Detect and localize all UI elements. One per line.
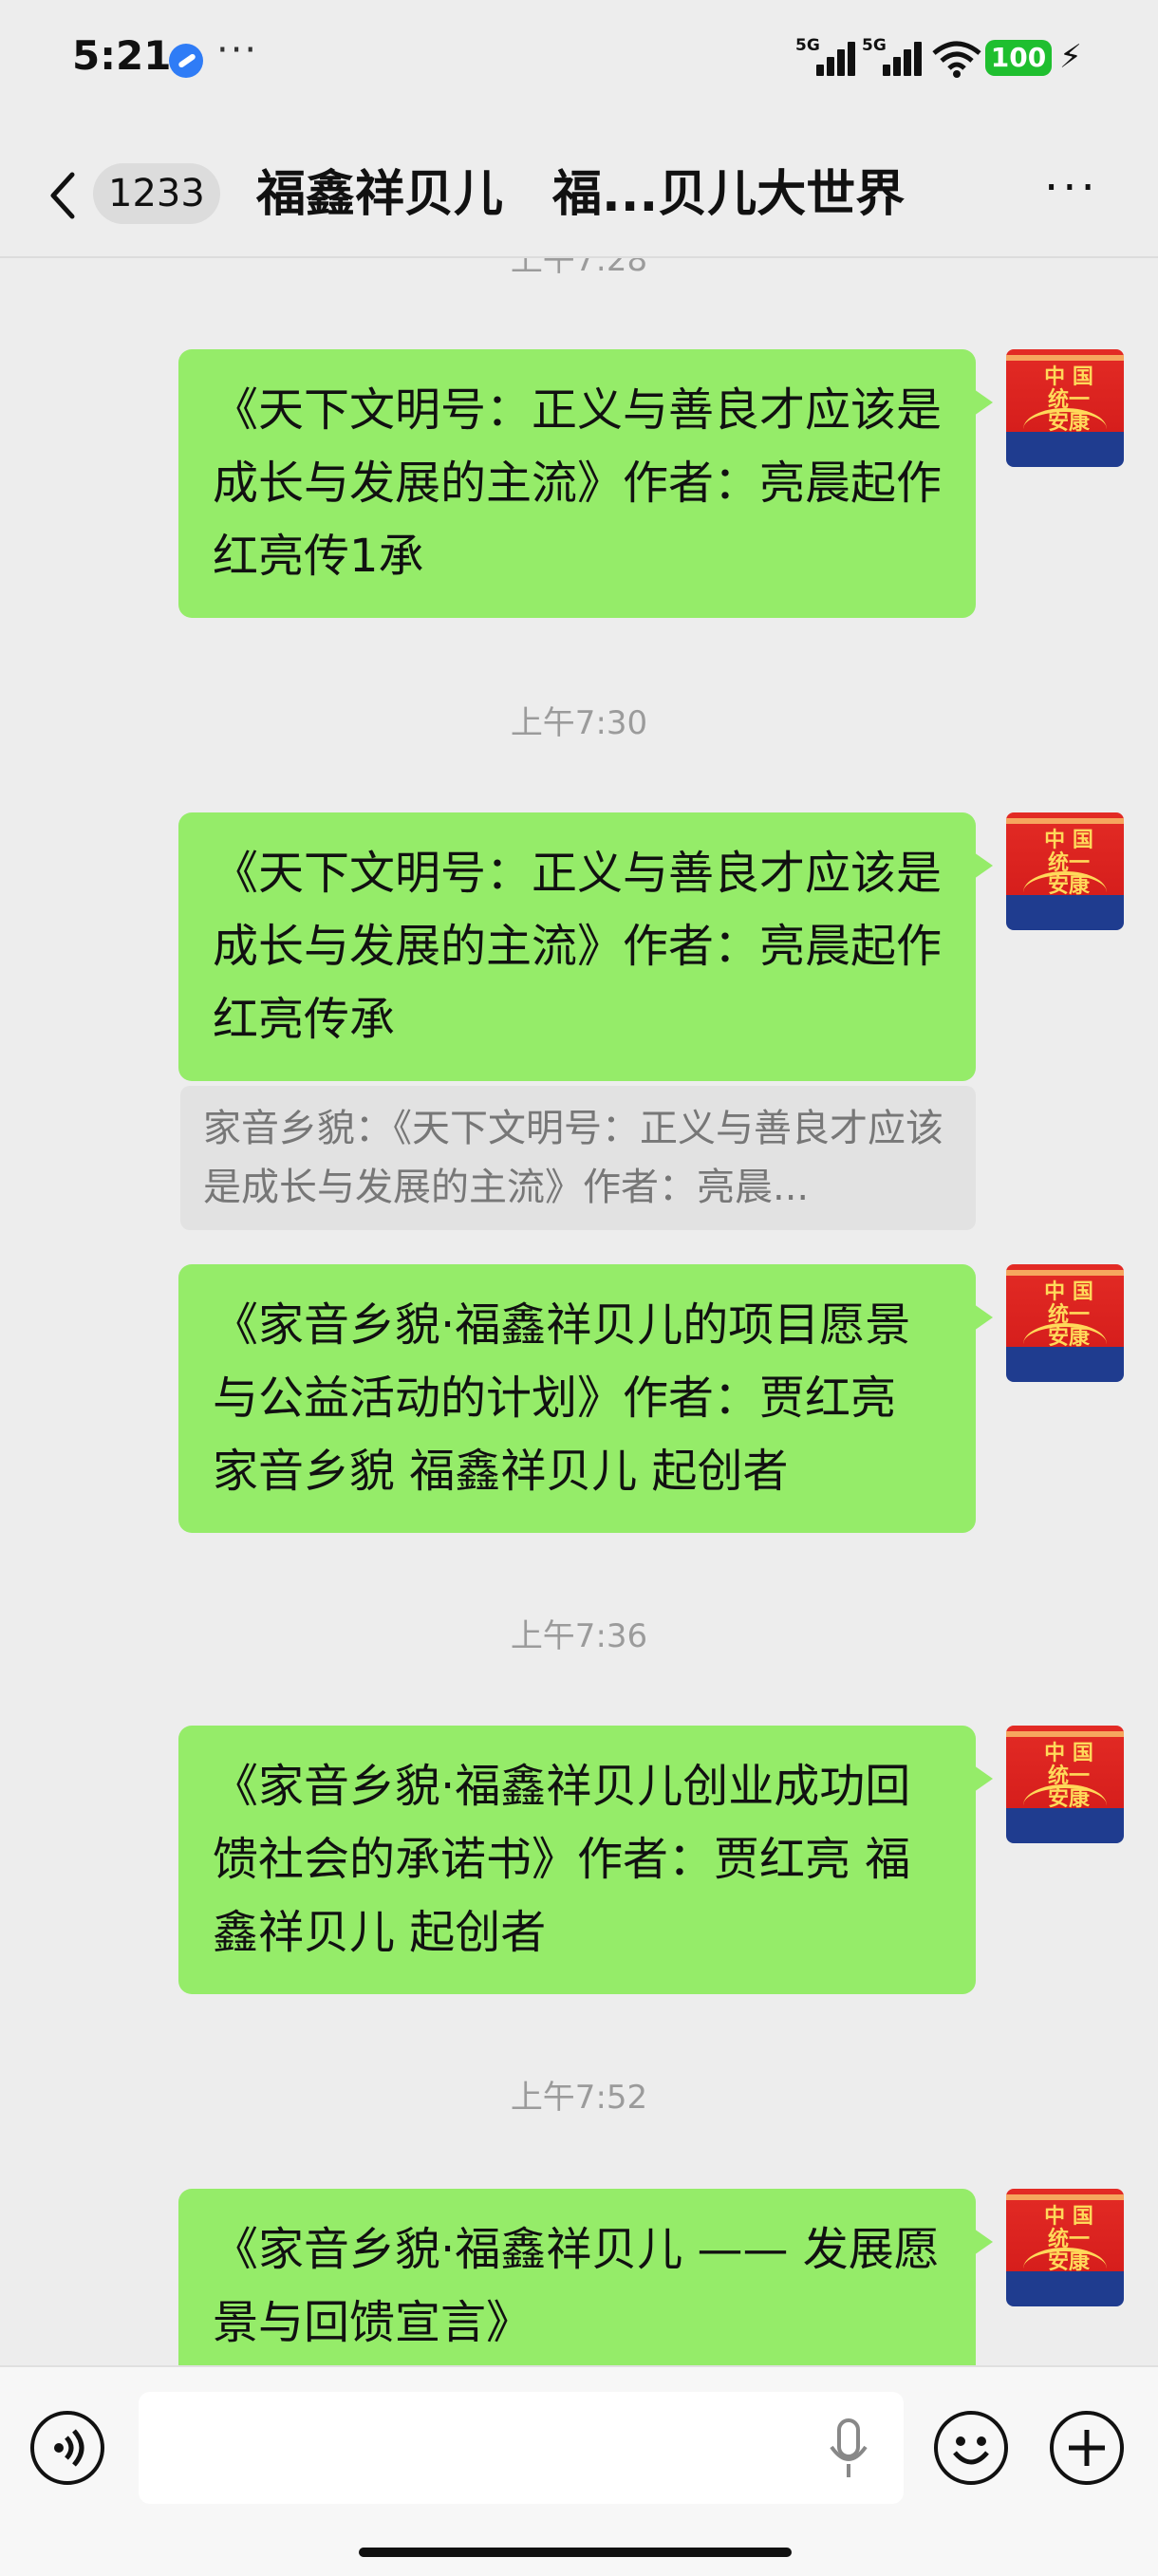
chat-more-icon[interactable]: ··· [1044,161,1099,215]
message-bubble[interactable]: 《家音乡貌·福鑫祥贝儿 —— 发展愿景与回馈宣言》 [178,2189,993,2365]
message-timestamp: 上午7:30 [510,704,648,742]
battery-indicator: 100 [985,40,1052,76]
home-indicator[interactable] [359,2548,792,2557]
message-bubble[interactable]: 《家音乡貌·福鑫祥贝儿创业成功回馈社会的承诺书》作者：贾红亮 福鑫祥贝儿 起创者 [178,1726,993,1994]
chat-header: 1233 福鑫祥贝儿 福...贝儿大世界 ··· [0,142,1158,247]
status-time: 5:21 [72,32,172,79]
sender-avatar[interactable]: 中 国 统一安康 [1006,349,1124,467]
notification-more-icon: ··· [216,28,259,72]
signal-icon-2: 5G [862,36,922,76]
back-arrow-icon[interactable] [44,167,82,224]
sender-avatar[interactable]: 中 国 统一安康 [1006,1726,1124,1843]
chat-title: 福鑫祥贝儿 福...贝儿大世界 [256,166,906,223]
status-bar: 5:21 ··· 5G 5G 100 ⚡ [0,0,1158,114]
charging-icon: ⚡ [1059,38,1082,76]
app-notification-icon [169,44,203,78]
sender-avatar[interactable]: 中 国 统一安康 [1006,2189,1124,2306]
plus-icon[interactable] [1050,2411,1124,2485]
message-list[interactable]: 上午7:28 《天下文明号：正义与善良才应该是成长与发展的主流》作者：亮晨起作 … [0,258,1158,2365]
mic-icon[interactable] [828,2417,869,2483]
signal-icon-1: 5G [795,36,855,76]
sender-avatar[interactable]: 中 国 统一安康 [1006,812,1124,930]
signal-2-label: 5G [862,36,887,55]
unread-count-badge[interactable]: 1233 [93,163,220,224]
message-input[interactable] [139,2392,904,2504]
message-timestamp: 上午7:36 [510,1617,648,1655]
signal-1-label: 5G [795,36,820,55]
message-timestamp: 上午7:28 [510,258,648,279]
wifi-icon [932,41,981,78]
emoji-icon[interactable] [934,2411,1008,2485]
voice-icon[interactable] [30,2411,104,2485]
quoted-message[interactable]: 家音乡貌：《天下文明号：正义与善良才应该是成长与发展的主流》作者：亮晨... [180,1086,976,1230]
input-bar [0,2365,1158,2576]
message-bubble[interactable]: 《天下文明号：正义与善良才应该是成长与发展的主流》作者：亮晨起作 红亮传承 [178,812,993,1081]
message-timestamp: 上午7:52 [510,2079,648,2117]
sender-avatar[interactable]: 中 国 统一安康 [1006,1264,1124,1382]
message-bubble[interactable]: 《天下文明号：正义与善良才应该是成长与发展的主流》作者：亮晨起作 红亮传1承 [178,349,993,618]
message-bubble[interactable]: 《家音乡貌·福鑫祥贝儿的项目愿景与公益活动的计划》作者：贾红亮 家音乡貌 福鑫祥… [178,1264,993,1533]
